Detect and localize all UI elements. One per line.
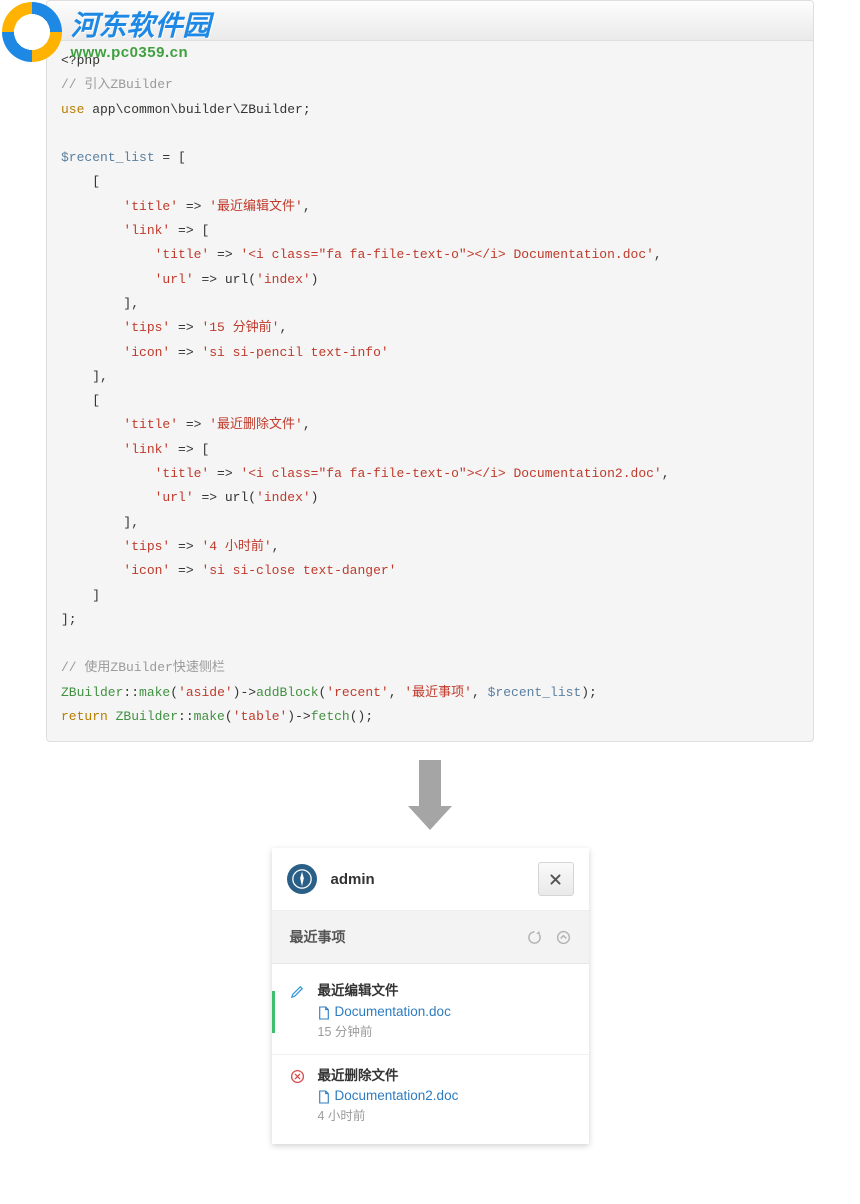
section-title: 最近事项 <box>290 927 527 947</box>
code-block-header <box>47 1 813 41</box>
recent-list: 最近编辑文件 Documentation.doc 15 分钟前 最近删除文件 <box>272 964 589 1144</box>
list-item[interactable]: 最近编辑文件 Documentation.doc 15 分钟前 <box>272 970 589 1053</box>
item-link[interactable]: Documentation.doc <box>318 1003 571 1022</box>
compass-icon <box>291 868 313 890</box>
file-text-icon <box>318 1006 330 1020</box>
refresh-icon[interactable] <box>527 930 542 945</box>
close-circle-icon <box>290 1067 318 1126</box>
close-button[interactable] <box>538 862 574 896</box>
item-tips: 4 小时前 <box>318 1108 571 1126</box>
username-label: admin <box>331 871 538 888</box>
item-tips: 15 分钟前 <box>318 1024 571 1042</box>
arrow-down-icon <box>408 760 452 830</box>
pencil-icon <box>290 982 318 1041</box>
panel-header: admin <box>272 848 589 911</box>
close-icon <box>549 873 562 886</box>
php-code: <?php // 引入ZBuilder use app\common\build… <box>47 41 813 729</box>
item-title: 最近编辑文件 <box>318 982 571 1001</box>
item-title: 最近删除文件 <box>318 1067 571 1086</box>
file-text-icon <box>318 1090 330 1104</box>
section-header: 最近事项 <box>272 911 589 964</box>
code-example-block: <?php // 引入ZBuilder use app\common\build… <box>46 0 814 742</box>
collapse-up-icon[interactable] <box>556 930 571 945</box>
item-link[interactable]: Documentation2.doc <box>318 1087 571 1106</box>
aside-panel: admin 最近事项 最 <box>272 848 589 1144</box>
avatar <box>287 864 317 894</box>
list-item[interactable]: 最近删除文件 Documentation2.doc 4 小时前 <box>272 1054 589 1138</box>
